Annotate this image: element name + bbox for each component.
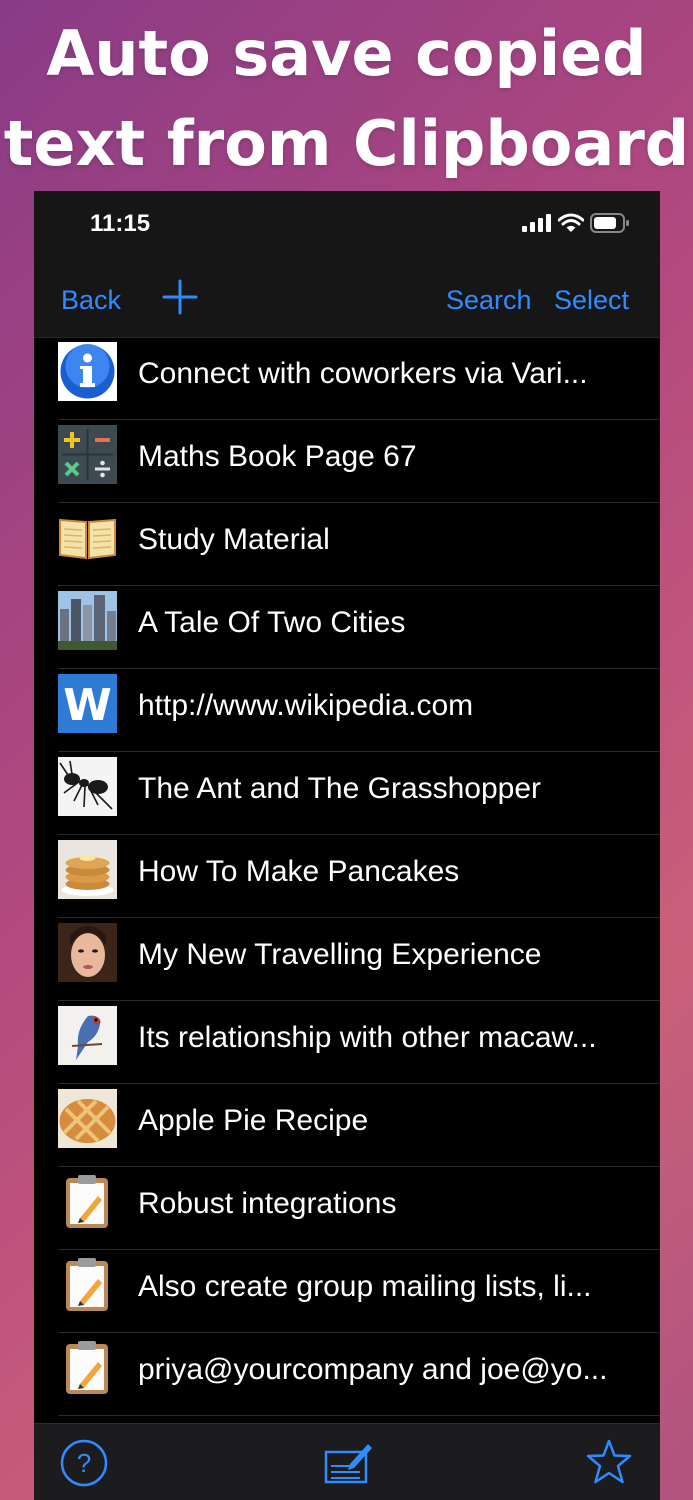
- pancakes-photo: [58, 840, 117, 899]
- select-button[interactable]: Select: [554, 285, 629, 316]
- list-item-label: A Tale Of Two Cities: [138, 606, 406, 639]
- wikipedia-icon: W: [58, 674, 117, 733]
- list-item-label: My New Travelling Experience: [138, 938, 542, 971]
- clipboard-icon: [58, 1255, 117, 1314]
- list-item-label: Maths Book Page 67: [138, 440, 417, 473]
- headline-line-2: text from Clipboard: [3, 107, 690, 180]
- help-icon[interactable]: ?: [59, 1438, 109, 1488]
- signal-icon: [522, 214, 551, 232]
- list-item-label: Apple Pie Recipe: [138, 1104, 369, 1137]
- list-item[interactable]: Study Material: [58, 503, 660, 586]
- promo-headline: Auto save copied text from Clipboard: [0, 8, 693, 190]
- woman-photo: [58, 923, 117, 982]
- wifi-icon: [558, 213, 584, 232]
- clipboard-list: Connect with coworkers via Vari... Maths…: [34, 337, 660, 1498]
- bottom-toolbar: ?: [34, 1423, 660, 1500]
- status-icons: [522, 213, 630, 233]
- open-book-icon: [58, 508, 117, 567]
- info-icon: [58, 342, 117, 401]
- star-icon[interactable]: [585, 1438, 633, 1486]
- list-item[interactable]: priya@yourcompany and joe@yo...: [58, 1333, 660, 1416]
- clipboard-icon: [58, 1338, 117, 1397]
- navigation-bar: Back Search Select: [34, 257, 660, 338]
- list-item[interactable]: The Ant and The Grasshopper: [58, 752, 660, 835]
- list-item[interactable]: How To Make Pancakes: [58, 835, 660, 918]
- list-item-label: Study Material: [138, 523, 330, 556]
- status-time: 11:15: [90, 210, 151, 237]
- list-item[interactable]: A Tale Of Two Cities: [58, 586, 660, 669]
- svg-text:?: ?: [77, 1448, 91, 1478]
- list-item-label: Connect with coworkers via Vari...: [138, 357, 588, 390]
- list-item[interactable]: Its relationship with other macaw...: [58, 1001, 660, 1084]
- phone-screen: 11:15 Back Search Select Connect with co…: [34, 191, 660, 1500]
- macaw-photo: [58, 1006, 117, 1065]
- list-item-label: http://www.wikipedia.com: [138, 689, 474, 722]
- headline-line-1: Auto save copied: [46, 17, 647, 90]
- ant-photo: [58, 757, 117, 816]
- status-bar: 11:15: [34, 191, 660, 257]
- list-item-label: The Ant and The Grasshopper: [138, 772, 542, 805]
- search-button[interactable]: Search: [446, 285, 532, 316]
- list-item-label: priya@yourcompany and joe@yo...: [138, 1353, 608, 1386]
- clipboard-icon: [58, 1172, 117, 1231]
- svg-text:W: W: [63, 680, 112, 731]
- list-item-label: Its relationship with other macaw...: [138, 1021, 597, 1054]
- list-item[interactable]: Also create group mailing lists, li...: [58, 1250, 660, 1333]
- list-item[interactable]: Connect with coworkers via Vari...: [58, 337, 660, 420]
- list-item-label: How To Make Pancakes: [138, 855, 460, 888]
- list-item[interactable]: My New Travelling Experience: [58, 918, 660, 1001]
- list-item-label: Also create group mailing lists, li...: [138, 1270, 592, 1303]
- list-item-label: Robust integrations: [138, 1187, 397, 1220]
- list-item[interactable]: Robust integrations: [58, 1167, 660, 1250]
- city-photo: [58, 591, 117, 650]
- list-item[interactable]: Apple Pie Recipe: [58, 1084, 660, 1167]
- plus-icon[interactable]: [160, 277, 200, 317]
- back-button[interactable]: Back: [61, 285, 121, 316]
- list-item[interactable]: Maths Book Page 67: [58, 420, 660, 503]
- calculator-icon: [58, 425, 117, 484]
- battery-icon: [590, 213, 629, 233]
- compose-icon[interactable]: [322, 1438, 374, 1488]
- apple-pie-photo: [58, 1089, 117, 1148]
- list-item[interactable]: W http://www.wikipedia.com: [58, 669, 660, 752]
